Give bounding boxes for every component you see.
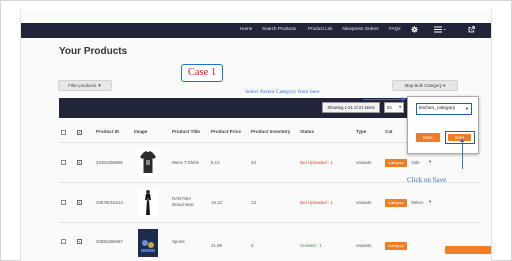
product-price: 21.58 [211,243,222,248]
arrow-to-select [363,97,406,101]
table-row: 32581669467 Sports 21.58 3 Created : 1 v… [59,222,479,261]
product-image[interactable] [138,188,158,216]
row-checkbox[interactable] [61,200,66,205]
chevron-down-icon: ▾ [399,105,401,109]
per-page-value: 50 [387,105,392,110]
row-checkbox[interactable] [61,239,66,244]
product-type: variants [356,200,372,205]
product-id: 32581669467 [96,239,123,244]
parent-category-select[interactable]: kitchen_category ▾ [416,103,472,115]
col-product-price: Product Price [211,129,241,134]
col-product-title: Product Title [172,129,200,134]
category-value[interactable]: Select [411,200,423,205]
col-product-inventory: Product Inventory [251,129,291,134]
more-button[interactable]: More [416,133,440,142]
filter-products-label: Filter products [68,83,97,88]
product-inventory: 3 [251,243,254,248]
nav-home[interactable]: Home [240,26,252,31]
filter-icon: ▼ [97,83,102,88]
per-page-select[interactable]: 50 ▾ [384,102,404,113]
case-label: Case 1 [181,64,223,82]
row-toggle[interactable] [77,239,82,244]
chevron-down-icon: ▾ [465,106,468,111]
nav-aliexpress-orders[interactable]: Aliexpress Orders [342,26,379,31]
row-checkbox[interactable] [61,160,66,165]
showing-count: Showing 1-21 of 21 items [322,102,380,113]
filter-products-button[interactable]: Filter products ▼ [58,80,112,91]
product-price: 15.12 [211,200,222,205]
product-price: 5.13 [211,160,220,165]
product-title: RADYIBA Brand New [172,196,200,208]
product-status: Not Uploaded : 1 [300,160,333,165]
product-image[interactable] [138,148,158,176]
product-image[interactable] [138,229,158,257]
nav-product-list[interactable]: Product List [308,26,332,31]
table-row: 32679016314 RADYIBA Brand New 15.12 13 N… [59,182,479,222]
chat-widget[interactable] [445,246,491,254]
menu-icon[interactable] [434,26,446,35]
product-id: 32679016314 [96,200,123,205]
product-status: Not Uploaded : 1 [300,200,333,205]
external-link-icon[interactable] [468,26,475,35]
select-all-checkbox[interactable] [61,130,66,135]
map-bulk-category-button[interactable]: Map Bulk Category ▾ [392,80,458,91]
col-status: Status [300,129,315,134]
category-value[interactable]: Vide [411,160,420,165]
product-inventory: 13 [251,200,256,205]
product-title: Mens T Shirts [172,160,199,165]
category-button[interactable]: Category [385,159,407,167]
product-type: variants [356,160,372,165]
product-inventory: 43 [251,160,256,165]
category-button[interactable]: Category [385,242,407,250]
chevron-down-icon: ▾ [443,83,446,88]
col-type: Type [356,129,367,134]
click-save-hint: Click on Save [407,176,447,184]
product-title: Sports [172,239,185,244]
nav-faqs[interactable]: FAQs [389,26,401,31]
category-popup: kitchen_category ▾ More Save [407,96,479,154]
product-type: variants [356,243,372,248]
row-toggle[interactable] [77,160,82,165]
screenshot-frame: Home Search Products Product List Aliexp… [0,0,512,261]
gear-icon[interactable] [411,26,418,35]
product-id: 32361659566 [96,160,123,165]
map-bulk-category-label: Map Bulk Category [404,83,442,88]
table-toolbar: Showing 1-21 of 21 items 50 ▾ [59,98,459,118]
row-toggle[interactable] [77,200,82,205]
col-product-id: Product ID [96,129,120,134]
arrow-to-save [460,138,464,169]
page-title: Your Products [59,46,128,57]
product-status: Created : 1 [300,243,322,248]
col-image: Image [134,129,148,134]
app-window: Home Search Products Product List Aliexp… [20,9,492,261]
category-button[interactable]: Category [385,199,407,207]
select-all-toggle[interactable] [77,130,82,135]
nav-search-products[interactable]: Search Products [262,26,296,31]
chevron-down-icon[interactable]: ▾ [429,159,431,165]
select-category-hint: Select Parent Category from here [245,89,320,95]
col-category: Cat [385,129,393,134]
product-title-text: RADYIBA Brand New [172,196,194,207]
chevron-down-icon[interactable]: ▾ [429,199,431,205]
top-navbar: Home Search Products Product List Aliexp… [21,23,491,38]
parent-category-value: kitchen_category [419,106,456,111]
